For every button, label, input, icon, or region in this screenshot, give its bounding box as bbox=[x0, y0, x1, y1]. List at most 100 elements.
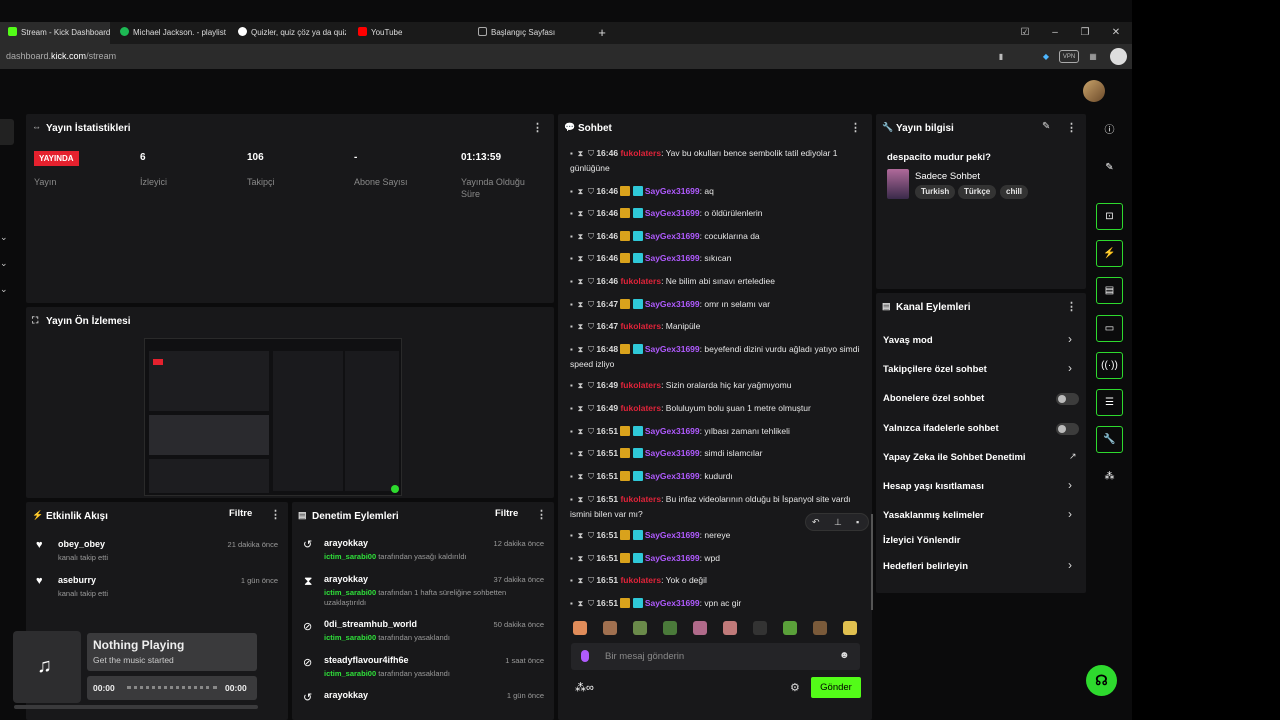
hourglass-icon[interactable]: ⧗ bbox=[578, 232, 584, 241]
more-icon[interactable]: ⋮ bbox=[1066, 300, 1077, 313]
message-username[interactable]: fukolaters bbox=[620, 494, 661, 504]
trash-icon[interactable]: ▪ bbox=[570, 187, 573, 196]
message-username[interactable]: SayGex31699 bbox=[645, 426, 700, 436]
user-avatar[interactable] bbox=[1083, 80, 1105, 102]
subscribers-only-toggle[interactable] bbox=[1056, 393, 1079, 405]
trash-icon[interactable]: ▪ bbox=[570, 209, 573, 218]
emote-icon[interactable] bbox=[633, 621, 647, 635]
chat-message[interactable]: ▪ ⧗ ⛉ 16:49 fukolaters: Boluluyum bolu ş… bbox=[570, 401, 870, 416]
trash-icon[interactable]: ▪ bbox=[570, 427, 573, 436]
address-bar[interactable]: dashboard.kick.com/stream bbox=[0, 44, 1132, 69]
emotes-only-toggle[interactable] bbox=[1056, 423, 1079, 435]
chat-input-box[interactable]: Bir mesaj gönderin ☻ bbox=[571, 643, 860, 670]
moderation-widget-icon[interactable]: ▤ bbox=[1096, 277, 1123, 304]
trash-icon[interactable]: ▪ bbox=[570, 472, 573, 481]
trash-icon[interactable]: ▪ bbox=[570, 277, 573, 286]
chat-message[interactable]: ▪ ⧗ ⛉ 16:51 fukolaters: Yok o değil bbox=[570, 573, 870, 588]
chat-message[interactable]: ▪ ⧗ ⛉ 16:51 SayGex31699: yılbası zamanı … bbox=[570, 424, 870, 439]
shield-icon[interactable]: ◆ bbox=[1040, 50, 1052, 63]
chat-input-placeholder[interactable]: Bir mesaj gönderin bbox=[605, 651, 684, 662]
action-account-age[interactable]: Hesap yaşı kısıtlaması bbox=[883, 481, 984, 492]
close-icon[interactable]: ✕ bbox=[1101, 22, 1131, 44]
chevron-right-icon[interactable]: › bbox=[1068, 361, 1072, 375]
broadcast-widget-icon[interactable]: ((·)) bbox=[1096, 352, 1123, 379]
category-thumbnail[interactable] bbox=[887, 169, 909, 199]
more-icon[interactable]: ⋮ bbox=[536, 508, 547, 521]
chat-message[interactable]: ▪ ⧗ ⛉ 16:51 SayGex31699: simdi islamcıla… bbox=[570, 446, 870, 461]
emote-icon[interactable] bbox=[573, 621, 587, 635]
message-username[interactable]: fukolaters bbox=[620, 575, 661, 585]
trash-icon[interactable]: ▪ bbox=[570, 381, 573, 390]
shield-icon[interactable]: ⛉ bbox=[588, 531, 594, 540]
tag-chip[interactable]: Turkish bbox=[915, 185, 956, 199]
mod-user[interactable]: ictim_sarabi00 bbox=[324, 588, 376, 597]
chevron-right-icon[interactable]: › bbox=[1068, 507, 1072, 521]
info-icon[interactable]: ⓘ bbox=[1096, 117, 1123, 144]
chat-tools-icon[interactable]: ⁂∞ bbox=[575, 681, 594, 694]
shield-icon[interactable]: ⛉ bbox=[588, 300, 594, 309]
shield-icon[interactable]: ⛉ bbox=[588, 576, 594, 585]
trash-icon[interactable]: ▪ bbox=[570, 554, 573, 563]
chat-message[interactable]: ▪ ⧗ ⛉ 16:49 fukolaters: Sizin oralarda h… bbox=[570, 378, 870, 393]
stats-widget-icon[interactable]: ⊡ bbox=[1096, 203, 1123, 230]
event-user[interactable]: obey_obey bbox=[58, 539, 105, 549]
external-link-icon[interactable]: ↗ bbox=[1069, 451, 1077, 462]
shield-icon[interactable]: ⛉ bbox=[588, 277, 594, 286]
bookmark-icon[interactable]: ▮ bbox=[995, 50, 1007, 63]
hourglass-icon[interactable]: ⧗ bbox=[578, 449, 584, 458]
message-username[interactable]: SayGex31699 bbox=[645, 530, 700, 540]
chat-message[interactable]: ▪ ⧗ ⛉ 16:47 fukolaters: Manipüle bbox=[570, 319, 870, 334]
shield-icon[interactable]: ⛉ bbox=[588, 449, 594, 458]
shield-icon[interactable]: ⛉ bbox=[588, 554, 594, 563]
tab-search-icon[interactable]: ☑ bbox=[1010, 22, 1040, 44]
emote-icon[interactable] bbox=[693, 621, 707, 635]
chat-scrollbar[interactable] bbox=[871, 514, 873, 610]
minimize-icon[interactable]: – bbox=[1040, 22, 1070, 44]
emote-icon[interactable] bbox=[603, 621, 617, 635]
message-username[interactable]: SayGex31699 bbox=[645, 208, 700, 218]
hourglass-icon[interactable]: ⧗ bbox=[578, 149, 584, 158]
music-progress-bar[interactable]: 00:00 00:00 bbox=[87, 676, 257, 700]
emote-icon[interactable] bbox=[813, 621, 827, 635]
microphone-icon[interactable] bbox=[581, 650, 589, 662]
maximize-icon[interactable]: ❐ bbox=[1070, 22, 1100, 44]
plus-icon[interactable]: + bbox=[594, 22, 610, 44]
shield-icon[interactable]: ⛉ bbox=[588, 345, 594, 354]
chevron-down-icon[interactable]: ⌄ bbox=[0, 258, 8, 269]
tab-start-page[interactable]: Başlangıç Sayfası bbox=[470, 22, 586, 44]
more-icon[interactable]: ⋮ bbox=[270, 508, 281, 521]
mod-target-user[interactable]: arayokkay bbox=[324, 574, 368, 584]
category-name[interactable]: Sadece Sohbet bbox=[915, 171, 980, 182]
message-username[interactable]: fukolaters bbox=[620, 148, 661, 158]
chevron-right-icon[interactable]: › bbox=[1068, 558, 1072, 572]
hourglass-icon[interactable]: ⧗ bbox=[578, 576, 584, 585]
shield-icon[interactable]: ⛉ bbox=[588, 599, 594, 608]
chat-message[interactable]: ▪ ⧗ ⛉ 16:48 SayGex31699: beyefendi dizin… bbox=[570, 342, 870, 371]
info-widget-icon[interactable]: 🔧 bbox=[1096, 426, 1123, 453]
music-seek-track[interactable] bbox=[127, 686, 217, 689]
chevron-down-icon[interactable]: ⌄ bbox=[0, 232, 8, 243]
trash-icon[interactable]: ▪ bbox=[570, 345, 573, 354]
edit-icon[interactable]: ✎ bbox=[1042, 121, 1050, 132]
hourglass-icon[interactable]: ⧗ bbox=[578, 254, 584, 263]
trash-icon[interactable]: ▪ bbox=[570, 576, 573, 585]
hourglass-icon[interactable]: ⧗ bbox=[578, 531, 584, 540]
more-widgets-icon[interactable]: ⁂ bbox=[1096, 463, 1123, 490]
message-username[interactable]: SayGex31699 bbox=[645, 471, 700, 481]
trash-icon[interactable]: ▪ bbox=[570, 449, 573, 458]
tab-kick-dashboard[interactable]: Stream - Kick Dashboard bbox=[0, 22, 110, 44]
shield-icon[interactable]: ⛉ bbox=[588, 495, 594, 504]
hourglass-icon[interactable]: ⧗ bbox=[578, 554, 584, 563]
trash-icon[interactable]: ▪ bbox=[856, 517, 859, 527]
chevron-down-icon[interactable]: ⌄ bbox=[0, 284, 8, 295]
tab-quiz[interactable]: Quizler, quiz çöz ya da quiz bbox=[230, 22, 346, 44]
extensions-icon[interactable]: ▦ bbox=[1087, 50, 1099, 63]
message-username[interactable]: SayGex31699 bbox=[645, 231, 700, 241]
chat-message[interactable]: ▪ ⧗ ⛉ 16:46 SayGex31699: o öldürülenleri… bbox=[570, 206, 870, 221]
action-slow-mode[interactable]: Yavaş mod bbox=[883, 335, 933, 346]
stream-preview-video[interactable] bbox=[144, 338, 402, 496]
shield-icon[interactable]: ⛉ bbox=[588, 149, 594, 158]
message-username[interactable]: fukolaters bbox=[620, 380, 661, 390]
gear-icon[interactable]: ⚙ bbox=[790, 681, 800, 694]
emote-icon[interactable] bbox=[723, 621, 737, 635]
